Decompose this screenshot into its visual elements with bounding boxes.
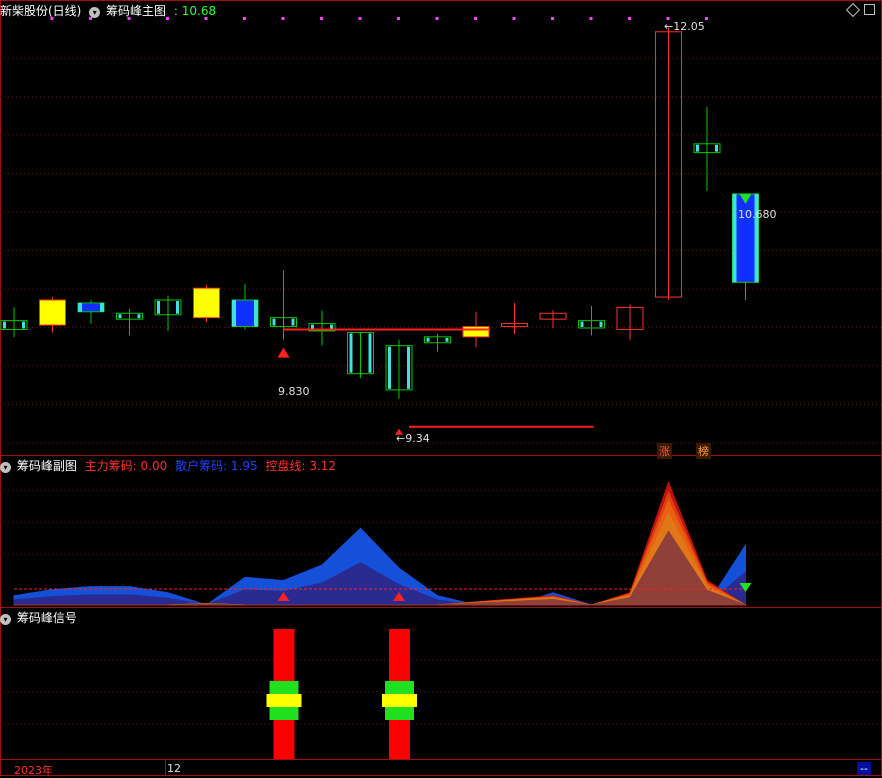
chevron-down-icon[interactable]: ▾ [0, 462, 11, 473]
low-annotation: ←9.34 [396, 432, 430, 445]
outer-border [0, 0, 882, 776]
candle-edge [100, 302, 104, 312]
candle-edge [3, 321, 6, 329]
signal-header: ▾ 筹码峰信号 [0, 609, 81, 627]
candle-edge [157, 301, 160, 314]
sub-item-main-chips: 主力筹码: 0.00 [84, 459, 168, 473]
candle-edge [445, 337, 449, 342]
rise-badge: 涨 [657, 443, 672, 459]
main-indicator-name[interactable]: 筹码峰主图 [106, 4, 166, 18]
candle-edge [291, 318, 295, 326]
marker-dot [705, 17, 708, 20]
main-indicator-value: : 10.68 [173, 4, 217, 18]
square-icon[interactable] [864, 4, 875, 15]
candle-edge [118, 314, 122, 319]
candle-edge [22, 321, 25, 329]
list-badge: 榜 [696, 443, 711, 459]
high-annotation: ←12.05 [664, 20, 705, 33]
sub-header: ▾ 筹码峰副图 主力筹码: 0.00 散户筹码: 1.95 控盘线: 3.12 [0, 457, 340, 475]
stock-name[interactable]: 新柴股份(日线) [0, 4, 81, 18]
sub-item-control-line: 控盘线: 3.12 [265, 459, 337, 473]
candle-body [193, 287, 220, 319]
last-price-label: 10.680 [738, 208, 777, 221]
candle-edge [176, 301, 179, 314]
signal-indicator-name[interactable]: 筹码峰信号 [17, 611, 77, 625]
candle-edge [580, 321, 584, 327]
sub-indicator-name[interactable]: 筹码峰副图 [17, 459, 77, 473]
candle-edge [232, 300, 236, 327]
marker-dot [474, 17, 477, 20]
candle-edge [388, 346, 391, 389]
candle-body [39, 299, 66, 326]
signal-core [382, 694, 417, 707]
marker-dot [281, 17, 285, 20]
marker-dot [628, 17, 631, 20]
corner-label[interactable]: -- [857, 762, 871, 775]
chevron-down-icon[interactable]: ▾ [0, 614, 11, 625]
peak-low-label: 9.830 [278, 385, 310, 398]
main-header: 新柴股份(日线) ▾ 筹码峰主图 : 10.68 [0, 2, 220, 20]
candle-edge [599, 321, 603, 327]
marker-dot [243, 17, 246, 20]
candle-body [462, 326, 490, 338]
marker-dot [397, 17, 400, 20]
month-label: 12 [167, 762, 181, 775]
sub-item-retail-chips: 散户筹码: 1.95 [175, 459, 258, 473]
candle-edge [137, 314, 141, 319]
marker-dot [512, 17, 516, 20]
candle-edge [78, 302, 82, 312]
candle-edge [407, 346, 410, 389]
candle-edge [426, 337, 430, 342]
marker-dot [589, 17, 593, 20]
marker-dot [551, 17, 554, 20]
chart-canvas [0, 0, 882, 776]
marker-dot [435, 17, 439, 20]
candle-edge [349, 333, 353, 373]
up-arrow-icon [277, 347, 290, 358]
marker-dot [358, 17, 362, 20]
candle-edge [254, 300, 258, 327]
signal-core [266, 694, 302, 707]
candle-edge [696, 144, 699, 152]
chevron-down-icon[interactable]: ▾ [89, 7, 101, 18]
candle-edge [272, 318, 276, 326]
candle-edge [715, 144, 718, 152]
candle-edge [732, 193, 737, 283]
marker-dot [320, 17, 323, 20]
candle-edge [368, 333, 372, 373]
